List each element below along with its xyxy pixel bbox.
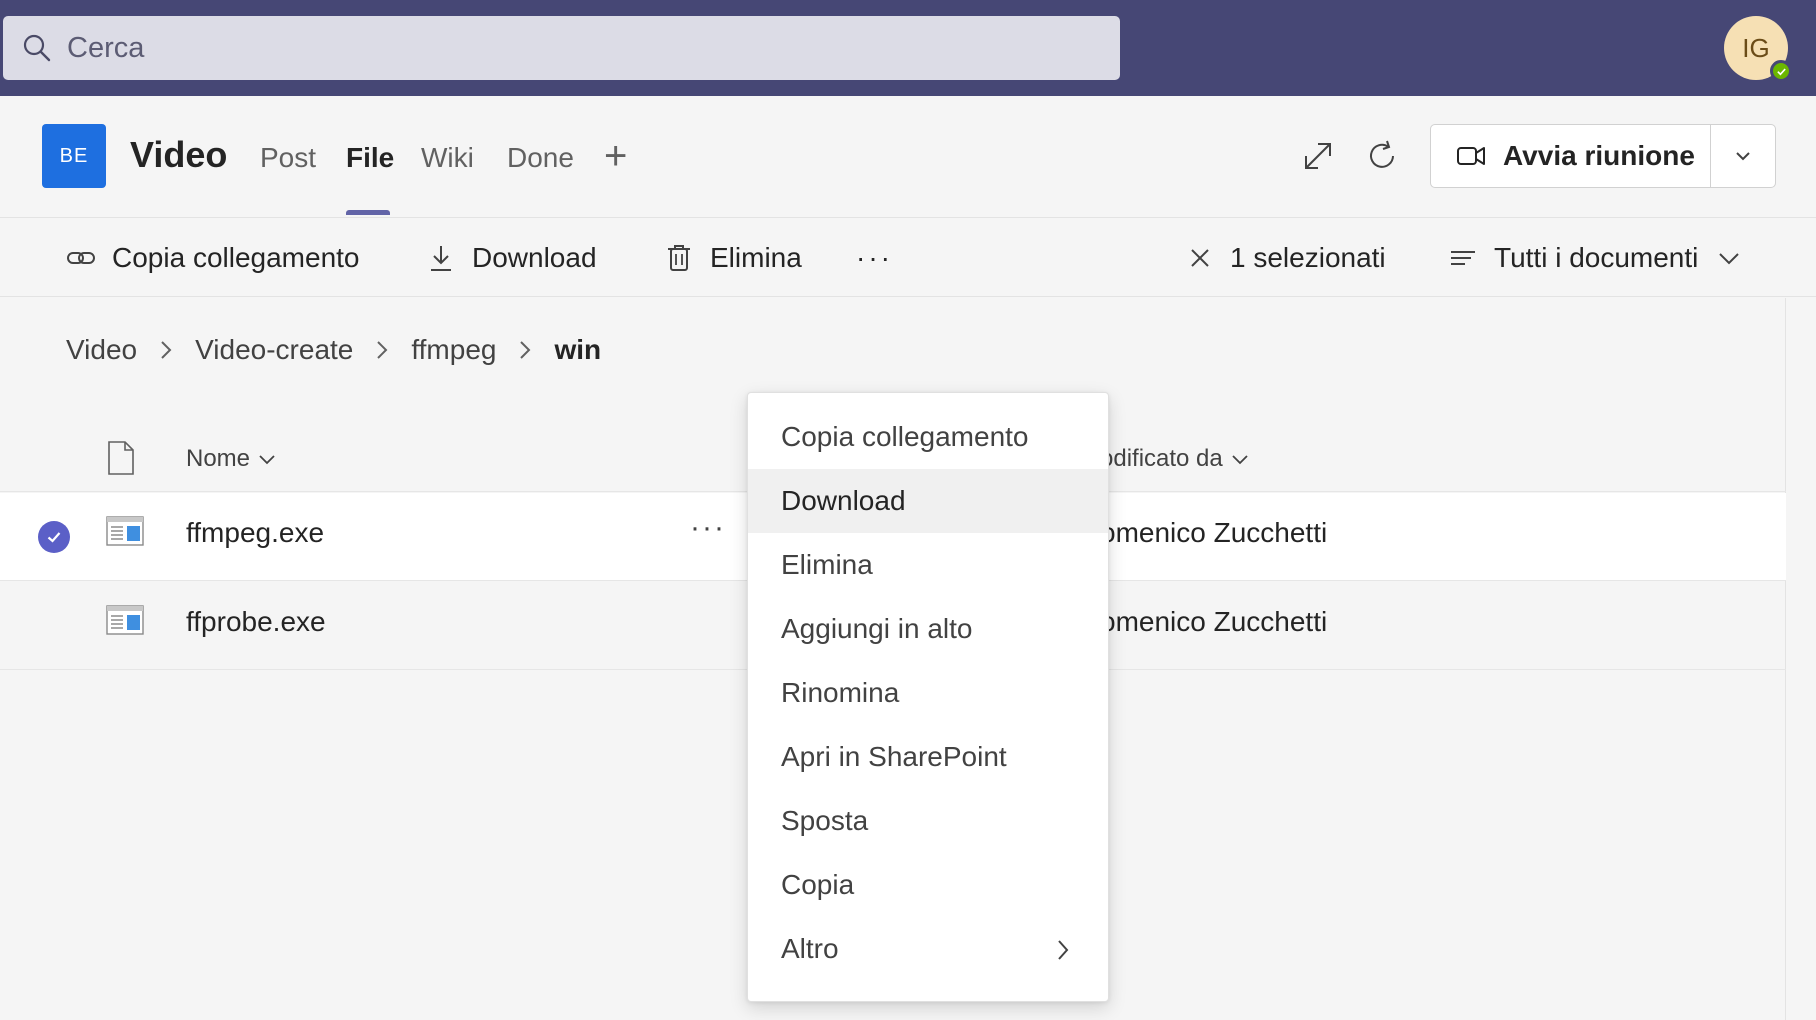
search-icon bbox=[23, 34, 51, 62]
avatar[interactable]: IG bbox=[1724, 16, 1792, 82]
search-input[interactable]: Cerca bbox=[3, 16, 1120, 80]
start-meeting-label: Avvia riunione bbox=[1503, 140, 1695, 171]
context-menu: Copia collegamento Download Elimina Aggi… bbox=[747, 392, 1109, 1002]
tab-file[interactable]: File bbox=[346, 142, 394, 174]
search-placeholder: Cerca bbox=[67, 31, 145, 64]
chevron-down-icon bbox=[1232, 455, 1248, 465]
copy-link-button[interactable]: Copia collegamento bbox=[66, 219, 360, 297]
channel-title: Video bbox=[130, 134, 228, 175]
breadcrumb-item[interactable]: Video bbox=[66, 334, 137, 366]
active-tab-indicator bbox=[346, 210, 390, 215]
chevron-down-icon bbox=[259, 455, 275, 465]
avatar-initials: IG bbox=[1742, 32, 1770, 63]
close-icon bbox=[1191, 249, 1209, 267]
trash-icon bbox=[668, 245, 690, 271]
tab-wiki[interactable]: Wiki bbox=[421, 142, 474, 174]
column-header-name[interactable]: Nome bbox=[186, 426, 278, 492]
exe-file-icon bbox=[106, 605, 144, 635]
column-header-modified-by[interactable]: odificato da bbox=[1100, 426, 1251, 492]
clear-selection-button[interactable]: 1 selezionati bbox=[1186, 219, 1386, 297]
modified-by: omenico Zucchetti bbox=[1100, 517, 1328, 548]
file-name[interactable]: ffmpeg.exe bbox=[186, 517, 324, 549]
download-button[interactable]: Download bbox=[426, 219, 597, 297]
delete-button[interactable]: Elimina bbox=[664, 219, 802, 297]
presence-available-icon bbox=[1770, 60, 1792, 82]
chevron-right-icon bbox=[373, 338, 391, 362]
breadcrumb-item[interactable]: ffmpeg bbox=[411, 334, 496, 366]
menu-item-open-in-sharepoint[interactable]: Apri in SharePoint bbox=[748, 725, 1108, 789]
command-bar: Copia collegamento Download Elimina ··· … bbox=[0, 219, 1816, 297]
selected-count: 1 selezionati bbox=[1230, 242, 1386, 273]
start-meeting-button[interactable]: Avvia riunione bbox=[1430, 124, 1776, 188]
menu-item-copy[interactable]: Copia bbox=[748, 853, 1108, 917]
menu-item-rename[interactable]: Rinomina bbox=[748, 661, 1108, 725]
breadcrumb-item[interactable]: Video-create bbox=[195, 334, 353, 366]
delete-label: Elimina bbox=[710, 242, 802, 273]
video-camera-icon bbox=[1457, 147, 1485, 165]
download-icon bbox=[431, 246, 451, 271]
add-tab-button[interactable]: + bbox=[604, 136, 627, 176]
link-icon bbox=[67, 252, 95, 264]
menu-item-copy-link[interactable]: Copia collegamento bbox=[748, 405, 1108, 469]
refresh-icon[interactable] bbox=[1364, 138, 1400, 174]
column-header-modified-by-label: odificato da bbox=[1100, 445, 1223, 472]
row-more-options-button[interactable]: ··· bbox=[690, 511, 726, 545]
view-options-icon bbox=[1451, 251, 1475, 265]
chevron-down-icon bbox=[1736, 152, 1750, 161]
menu-item-more[interactable]: Altro bbox=[748, 917, 1108, 981]
view-label: Tutti i documenti bbox=[1494, 242, 1699, 273]
menu-item-more-label: Altro bbox=[781, 933, 839, 964]
view-selector[interactable]: Tutti i documenti bbox=[1448, 219, 1742, 297]
chevron-right-icon bbox=[1058, 940, 1069, 960]
copy-link-label: Copia collegamento bbox=[112, 242, 360, 273]
tab-post[interactable]: Post bbox=[260, 142, 316, 174]
menu-item-delete[interactable]: Elimina bbox=[748, 533, 1108, 597]
tab-done[interactable]: Done bbox=[507, 142, 574, 174]
file-type-icon[interactable] bbox=[106, 440, 136, 476]
menu-item-download[interactable]: Download bbox=[748, 469, 1108, 533]
breadcrumb: Video Video-create ffmpeg win bbox=[66, 334, 601, 366]
download-label: Download bbox=[472, 242, 597, 273]
more-commands-button[interactable]: ··· bbox=[856, 219, 893, 297]
expand-icon[interactable] bbox=[1300, 138, 1336, 174]
menu-item-move[interactable]: Sposta bbox=[748, 789, 1108, 853]
start-meeting-main[interactable]: Avvia riunione bbox=[1431, 125, 1711, 187]
team-badge[interactable]: BE bbox=[42, 124, 106, 188]
breadcrumb-current: win bbox=[554, 334, 602, 365]
modified-by: omenico Zucchetti bbox=[1100, 606, 1328, 637]
chevron-right-icon bbox=[516, 338, 534, 362]
meeting-options-dropdown[interactable] bbox=[1711, 146, 1775, 166]
column-header-name-label: Nome bbox=[186, 445, 251, 472]
channel-header: BE Video Post File Wiki Done + Avvia riu… bbox=[0, 96, 1816, 218]
chevron-down-icon bbox=[1719, 253, 1740, 265]
chevron-right-icon bbox=[157, 338, 175, 362]
file-name[interactable]: ffprobe.exe bbox=[186, 606, 326, 638]
title-bar: Cerca IG bbox=[0, 0, 1816, 96]
row-selected-check-icon[interactable] bbox=[38, 521, 70, 553]
menu-item-pin-to-top[interactable]: Aggiungi in alto bbox=[748, 597, 1108, 661]
exe-file-icon bbox=[106, 516, 144, 546]
